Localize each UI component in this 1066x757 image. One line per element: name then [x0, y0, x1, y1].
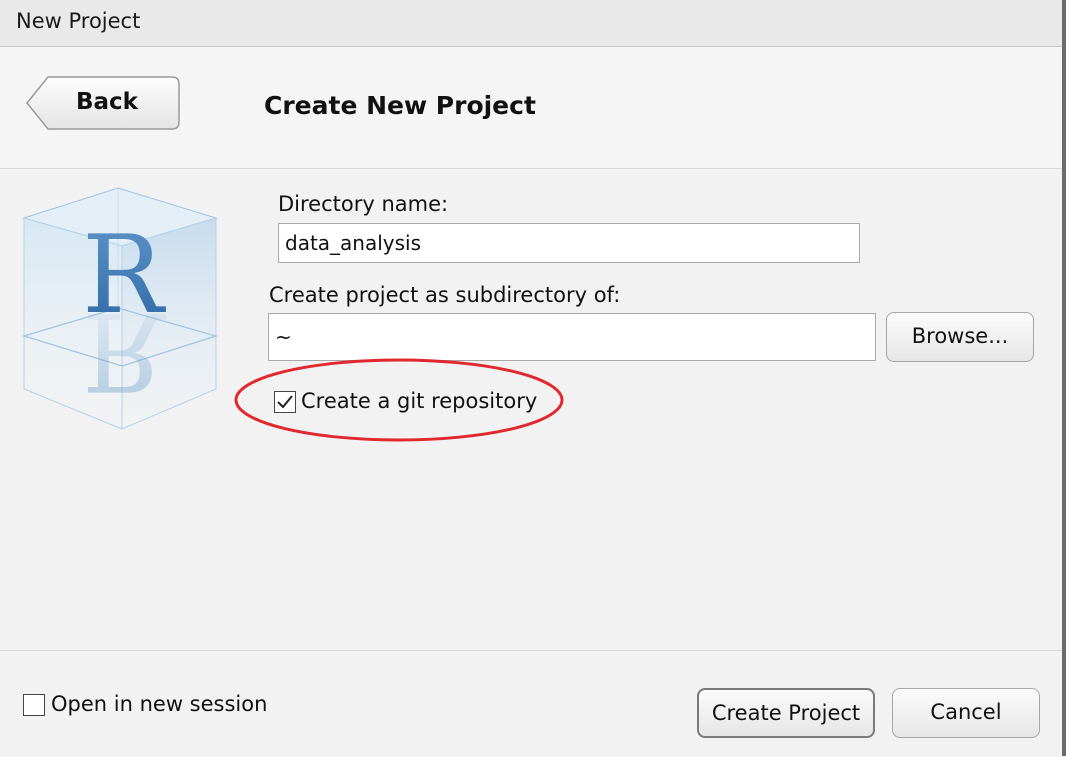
- back-button[interactable]: Back: [26, 76, 180, 130]
- browse-button[interactable]: Browse...: [886, 312, 1034, 362]
- subdirectory-label: Create project as subdirectory of:: [269, 283, 621, 307]
- window-title-bar: New Project: [0, 0, 1066, 47]
- open-new-session-checkbox[interactable]: [23, 694, 45, 716]
- open-new-session-label: Open in new session: [51, 692, 268, 716]
- r-logo-reflection: R: [82, 288, 166, 413]
- cancel-button[interactable]: Cancel: [892, 688, 1040, 738]
- checkmark-icon: [277, 395, 293, 409]
- r-logo-cube: R R: [18, 184, 222, 434]
- directory-name-input[interactable]: [278, 223, 860, 263]
- git-repository-label: Create a git repository: [301, 389, 538, 413]
- window-right-edge: [1062, 0, 1066, 756]
- window-title: New Project: [16, 9, 141, 33]
- subdirectory-input[interactable]: [268, 313, 876, 361]
- page-heading: Create New Project: [264, 91, 536, 120]
- git-repository-checkbox[interactable]: [274, 391, 296, 413]
- directory-name-label: Directory name:: [278, 192, 449, 216]
- back-button-label: Back: [76, 89, 138, 115]
- create-project-button[interactable]: Create Project: [697, 688, 875, 738]
